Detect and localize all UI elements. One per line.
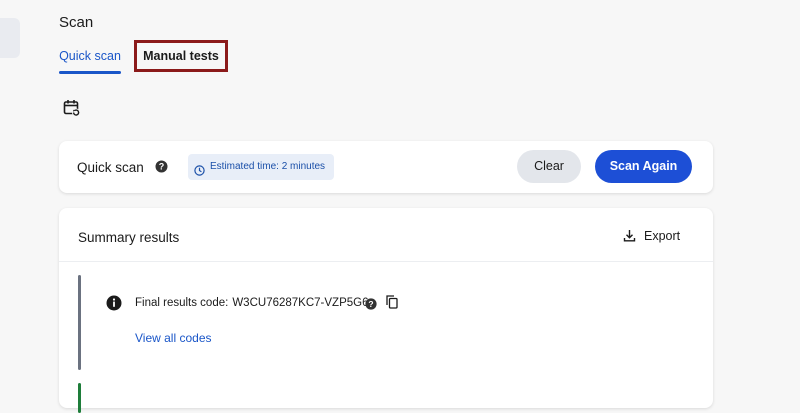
svg-text:?: ?: [159, 162, 165, 172]
sidebar-collapsed-edge: [0, 18, 20, 58]
final-results-block: Final results code: W3CU76287KC7-VZP5G6 ?…: [78, 275, 688, 370]
estimated-time-text: Estimated time: 2 minutes: [210, 161, 326, 172]
divider: [59, 261, 713, 262]
export-label: Export: [644, 229, 681, 243]
svg-text:?: ?: [368, 299, 373, 309]
tab-quick-scan[interactable]: Quick scan: [59, 44, 121, 74]
question-circle-icon[interactable]: ?: [155, 160, 168, 173]
scan-again-button[interactable]: Scan Again: [595, 150, 692, 183]
final-results-code: Final results code: W3CU76287KC7-VZP5G6: [135, 297, 368, 309]
quick-scan-label: Quick scan: [77, 160, 144, 175]
export-button[interactable]: Export: [623, 228, 683, 246]
estimated-time-badge: Estimated time: 2 minutes: [188, 154, 334, 180]
summary-results-card: Summary results Export Final results cod…: [59, 208, 713, 413]
info-circle-icon: [106, 295, 122, 311]
quick-scan-card: Quick scan ? Estimated time: 2 minutes C…: [59, 141, 713, 193]
clear-button[interactable]: Clear: [517, 150, 581, 183]
summary-results-title: Summary results: [78, 230, 180, 245]
final-results-code-label: Final results code:: [135, 297, 229, 309]
calendar-reschedule-icon[interactable]: [63, 99, 81, 117]
question-circle-icon[interactable]: ?: [365, 297, 377, 310]
final-results-code-value: W3CU76287KC7-VZP5G6: [232, 297, 369, 309]
status-bar-grey: [78, 275, 81, 370]
copy-icon[interactable]: [386, 295, 398, 309]
tab-manual-tests[interactable]: Manual tests: [134, 40, 228, 72]
status-bar-green: [78, 383, 81, 413]
view-all-codes-link[interactable]: View all codes: [135, 331, 212, 345]
download-icon: [623, 229, 636, 242]
clock-icon: [194, 161, 205, 176]
page-title: Scan: [59, 14, 94, 31]
